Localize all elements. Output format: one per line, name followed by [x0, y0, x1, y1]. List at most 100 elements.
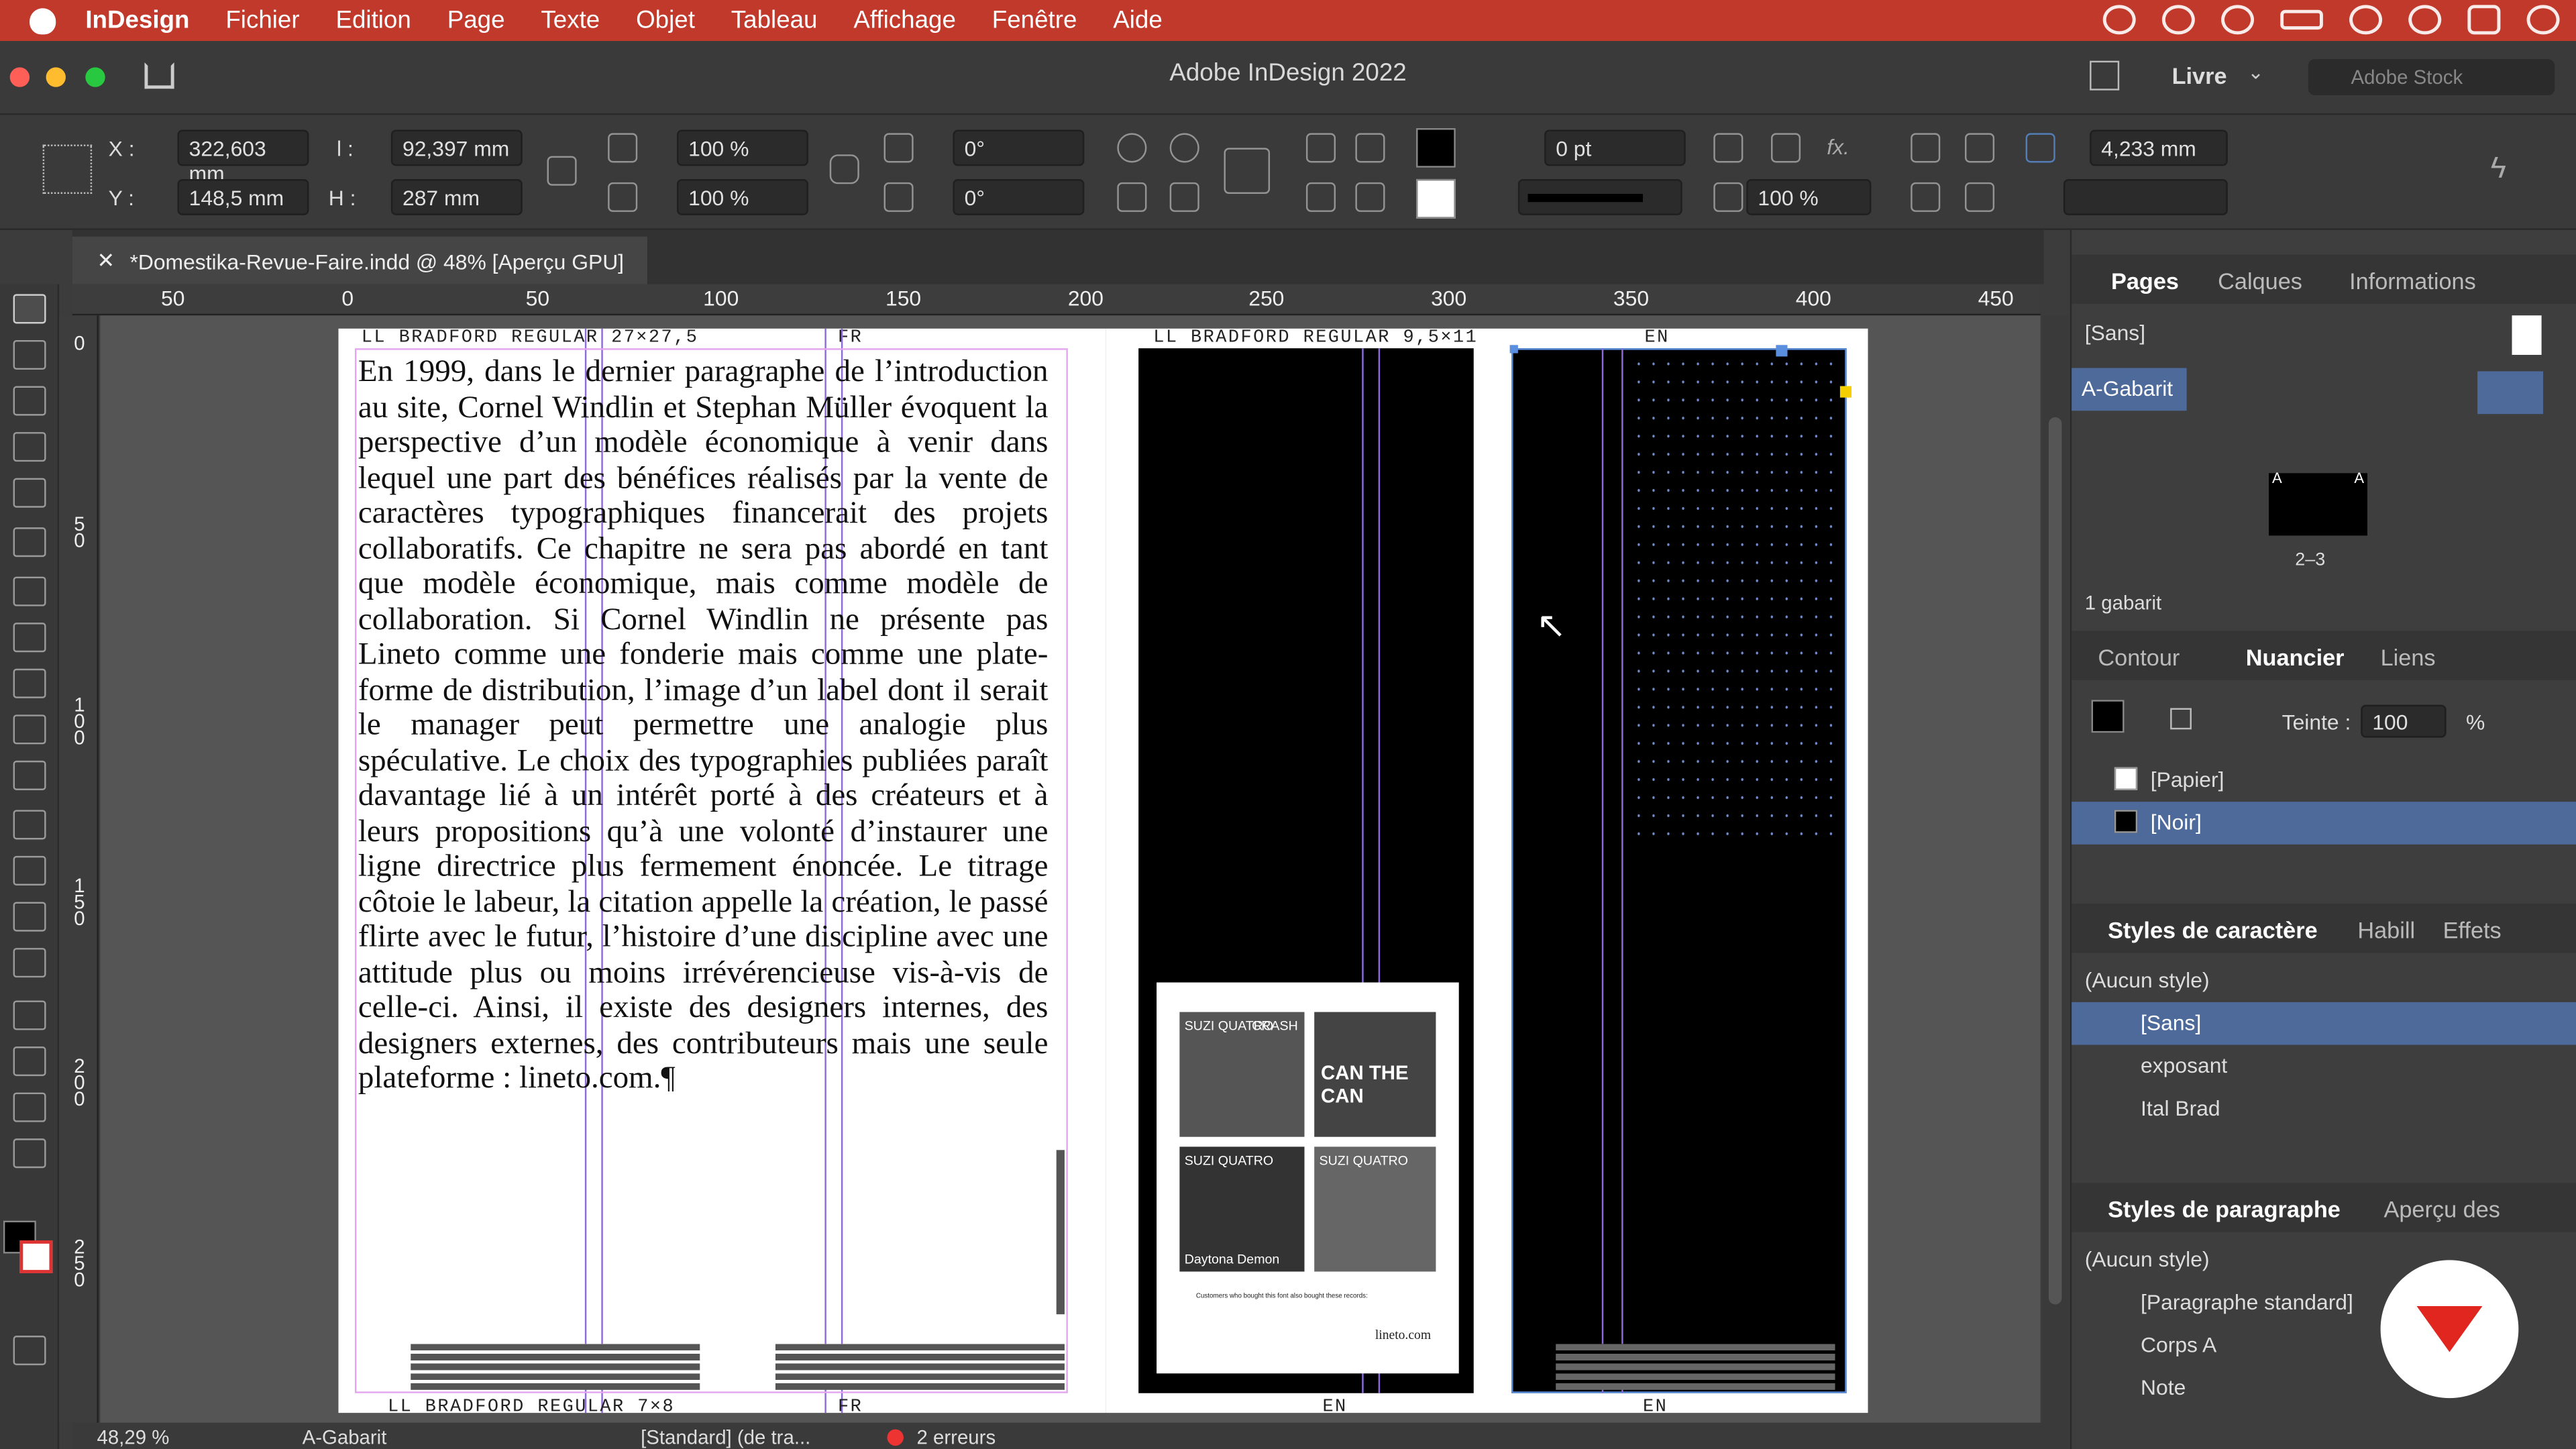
scissors-tool-icon[interactable] — [13, 810, 46, 840]
tab-pages[interactable]: Pages — [2111, 268, 2179, 294]
preflight-profile[interactable]: [Standard] (de tra... — [641, 1426, 810, 1449]
opacity-field[interactable]: 100 % — [1746, 178, 1872, 215]
reference-point-icon[interactable] — [42, 144, 93, 194]
char-style-item[interactable]: (Aucun style) — [2072, 959, 2576, 1002]
scale-y-field[interactable]: 100 % — [676, 178, 808, 215]
tab-char-styles[interactable]: Styles de caractère — [2108, 917, 2318, 943]
menu-affichage[interactable]: Affichage — [853, 7, 956, 35]
screen-mode-icon[interactable] — [13, 1336, 46, 1366]
spread-thumbnail[interactable]: A A — [2269, 470, 2368, 536]
link-scale-icon[interactable] — [829, 154, 859, 184]
frame-corner-handle[interactable] — [1839, 386, 1852, 398]
pencil-tool-icon[interactable] — [13, 668, 46, 698]
wifi-off-icon[interactable] — [2349, 5, 2383, 35]
distribute-2-icon[interactable] — [1355, 182, 1385, 212]
creative-cloud-icon[interactable] — [2102, 5, 2136, 35]
tab-habill[interactable]: Habill — [2357, 917, 2415, 943]
char-style-item[interactable]: exposant — [2072, 1045, 2576, 1088]
rotate-ccw-icon[interactable] — [1169, 133, 1199, 163]
document-canvas[interactable]: LL BRADFORD REGULAR 27×27,5 FR En 1999, … — [100, 315, 2041, 1423]
text-wrap-2-icon[interactable] — [1965, 133, 1995, 163]
stroke-swatch-none-icon[interactable] — [1416, 178, 1456, 219]
control-center-icon[interactable] — [2467, 5, 2501, 35]
menu-fenetre[interactable]: Fenêtre — [992, 7, 1077, 35]
text-frame-handle[interactable] — [1056, 1150, 1065, 1315]
tab-para-styles[interactable]: Styles de paragraphe — [2108, 1196, 2341, 1222]
flip-vertical-icon[interactable] — [1169, 182, 1199, 212]
master-a-gabarit[interactable]: A-Gabarit — [2072, 368, 2187, 411]
eyedropper-tool-icon[interactable] — [13, 1046, 46, 1077]
error-count[interactable]: 2 erreurs — [917, 1426, 996, 1449]
adobe-stock-search[interactable]: Adobe Stock — [2308, 59, 2555, 96]
scroll-thumb[interactable] — [2048, 417, 2062, 1305]
flip-horizontal-icon[interactable] — [1117, 182, 1147, 212]
sync-icon[interactable] — [2221, 5, 2255, 35]
text-wrap-icon[interactable] — [1911, 133, 1941, 163]
share-icon[interactable] — [2090, 60, 2120, 91]
fx-icon[interactable]: fx. — [1827, 135, 1849, 160]
selection-handle[interactable] — [1776, 345, 1788, 357]
quick-actions-icon[interactable]: ϟ — [2491, 151, 2506, 185]
container-icon[interactable] — [2170, 708, 2192, 730]
tab-apercu[interactable]: Aperçu des — [2383, 1196, 2500, 1222]
menu-fichier[interactable]: Fichier — [225, 7, 299, 35]
spotlight-icon[interactable] — [2408, 5, 2442, 35]
tab-informations[interactable]: Informations — [2349, 268, 2476, 294]
menu-tableau[interactable]: Tableau — [731, 7, 818, 35]
menu-page[interactable]: Page — [447, 7, 505, 35]
fill-swatch[interactable] — [1416, 128, 1456, 168]
tab-nuancier[interactable]: Nuancier — [2246, 644, 2345, 670]
zoom-level[interactable]: 48,29 % — [97, 1426, 169, 1449]
width-field[interactable]: 92,397 mm — [390, 129, 523, 166]
rotation-field[interactable]: 0° — [953, 129, 1085, 166]
hand-tool-icon[interactable] — [13, 1092, 46, 1122]
rectangle-tool-icon[interactable] — [13, 760, 46, 790]
page-left[interactable]: LL BRADFORD REGULAR 27×27,5 FR En 1999, … — [338, 328, 1106, 1417]
constrain-proportions-icon[interactable] — [547, 156, 577, 186]
shear-field[interactable]: 0° — [953, 178, 1085, 215]
select-container-icon[interactable] — [1224, 148, 1271, 194]
menu-texte[interactable]: Texte — [541, 7, 600, 35]
selection-handle[interactable] — [1509, 345, 1518, 354]
para-style-item[interactable]: (Aucun style) — [2072, 1239, 2576, 1282]
swatch-noir[interactable]: [Noir] — [2072, 802, 2576, 845]
auto-fit-icon[interactable] — [2025, 133, 2055, 163]
distribute-icon[interactable] — [1355, 133, 1385, 163]
scale-x-field[interactable]: 100 % — [676, 129, 808, 166]
rectangle-frame-tool-icon[interactable] — [13, 714, 46, 745]
tab-contour[interactable]: Contour — [2098, 644, 2180, 670]
menu-edition[interactable]: Edition — [335, 7, 411, 35]
apple-icon[interactable] — [30, 7, 56, 34]
swatch-papier[interactable]: [Papier] — [2072, 759, 2576, 802]
tab-liens[interactable]: Liens — [2381, 644, 2436, 670]
tab-effets[interactable]: Effets — [2443, 917, 2502, 943]
chevron-down-icon[interactable]: ⌄ — [2247, 61, 2264, 84]
siri-icon[interactable] — [2526, 5, 2560, 35]
document-tab[interactable]: ✕ *Domestika-Revue-Faire.indd @ 48% [Ape… — [72, 236, 647, 284]
gradient-feather-tool-icon[interactable] — [13, 948, 46, 978]
body-text-frame[interactable]: En 1999, dans le dernier paragraphe de l… — [358, 355, 1049, 1097]
content-collector-icon[interactable] — [13, 478, 46, 508]
direct-selection-tool-icon[interactable] — [13, 339, 46, 370]
stroke-weight-field[interactable]: 0 pt — [1544, 129, 1686, 166]
selection-tool-icon[interactable] — [13, 294, 46, 324]
menu-indesign[interactable]: InDesign — [85, 7, 189, 35]
height-field[interactable]: 287 mm — [390, 178, 523, 215]
fit-frame-icon[interactable] — [1713, 133, 1743, 163]
menu-aide[interactable]: Aide — [1113, 7, 1163, 35]
x-field[interactable]: 322,603 mm — [177, 129, 309, 186]
battery-icon[interactable] — [2280, 9, 2323, 30]
type-tool-icon[interactable] — [13, 527, 46, 557]
y-field[interactable]: 148,5 mm — [177, 178, 309, 215]
gap-tool-icon[interactable] — [13, 432, 46, 462]
pen-tool-icon[interactable] — [13, 623, 46, 653]
page-right[interactable]: LL BRADFORD REGULAR 9,5×11 EN SUZI QUATR… — [1106, 328, 1868, 1417]
gradient-tool-icon[interactable] — [13, 902, 46, 932]
page-selector[interactable]: A-Gabarit — [303, 1426, 387, 1449]
dropbox-icon[interactable] — [2161, 5, 2195, 35]
stroke-type-select[interactable] — [1517, 178, 1682, 215]
free-transform-tool-icon[interactable] — [13, 855, 46, 886]
master-none[interactable]: [Sans] — [2072, 312, 2576, 355]
vertical-scrollbar[interactable] — [2042, 315, 2069, 1423]
frame-icon[interactable] — [1771, 133, 1801, 163]
